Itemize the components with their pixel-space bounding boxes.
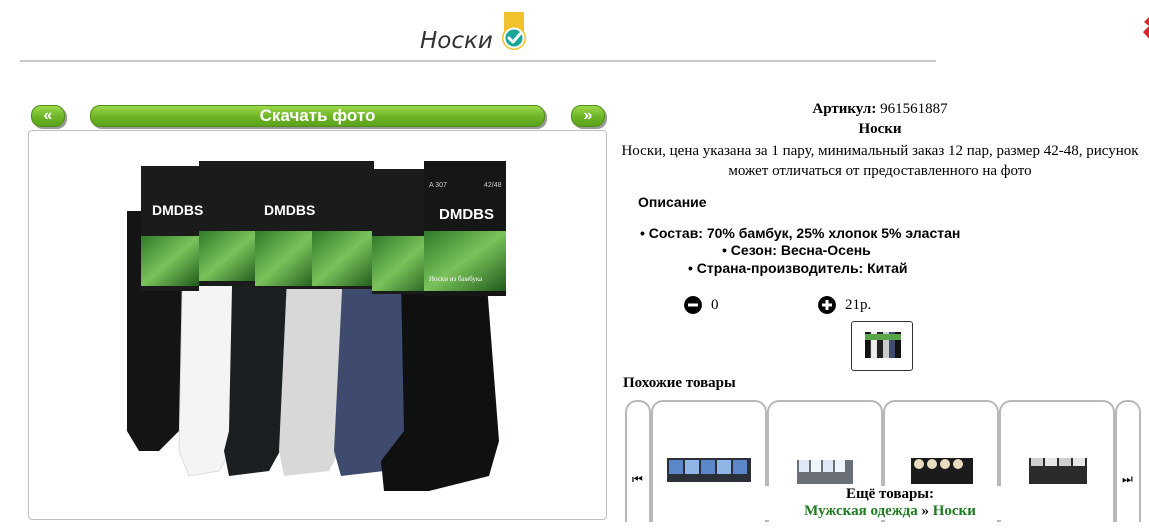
header-divider [20, 60, 936, 62]
skip-forward-icon: ⏭ [1122, 472, 1133, 486]
quantity-value: 0 [711, 297, 719, 313]
gallery-next-button[interactable]: » [571, 105, 605, 127]
plus-icon[interactable] [818, 296, 836, 314]
similar-heading: Похожие товары [623, 375, 736, 391]
feature-item: • Состав: 70% бамбук, 25% хлопок 5% элас… [640, 225, 961, 241]
model-label: A 307 [429, 182, 447, 189]
skip-back-icon: ⏮ [632, 472, 643, 486]
sku-label: Артикул: [812, 101, 877, 117]
brand-label: DMDBS [439, 206, 494, 223]
product-name: Носки [858, 121, 902, 137]
similar-product-card[interactable] [651, 400, 767, 522]
download-photo-button[interactable]: Скачать фото [90, 105, 545, 127]
pack-label: Носки из бамбука [429, 275, 483, 283]
size-label: 42/48 [484, 182, 502, 189]
sku-value: 961561887 [880, 101, 948, 117]
socks-illustration: DMDBS DMDBS DMDBS A 307 42/48 Носки из б… [127, 161, 506, 491]
description-heading: Описание [638, 194, 707, 210]
breadcrumb-mens-clothing[interactable]: Мужская одежда [804, 503, 918, 519]
breadcrumb-separator: » [921, 503, 929, 519]
minus-icon[interactable] [684, 296, 702, 314]
verified-badge-icon [502, 12, 526, 50]
product-photo[interactable]: DMDBS DMDBS DMDBS A 307 42/48 Носки из б… [28, 130, 607, 520]
price: 21р. [845, 297, 872, 313]
similar-next-button[interactable]: ⏭ [1115, 400, 1141, 522]
brand-label-2: DMDBS [152, 202, 203, 218]
brand-label-3: DMDBS [264, 202, 315, 218]
gallery-prev-button[interactable]: « [31, 105, 65, 127]
feature-item: • Страна-производитель: Китай [688, 260, 908, 276]
page-title: Носки [420, 28, 493, 54]
feature-item: • Сезон: Весна-Осень [722, 242, 871, 258]
sku-line: Артикул: 961561887 [610, 101, 1149, 118]
product-thumbnail [667, 458, 751, 482]
breadcrumb-socks[interactable]: Носки [933, 503, 976, 519]
breadcrumb: Мужская одежда » Носки [760, 503, 1020, 520]
similar-prev-button[interactable]: ⏮ [625, 400, 651, 522]
thumbnail-image [865, 331, 901, 359]
more-heading: Ещё товары: [845, 486, 935, 502]
photo-thumbnail[interactable] [851, 321, 913, 371]
more-products: Ещё товары: Мужская одежда » Носки [760, 486, 1020, 520]
corner-ribbon-icon[interactable] [1140, 14, 1149, 42]
product-short-description: Носки, цена указана за 1 пару, минимальн… [621, 143, 1139, 179]
